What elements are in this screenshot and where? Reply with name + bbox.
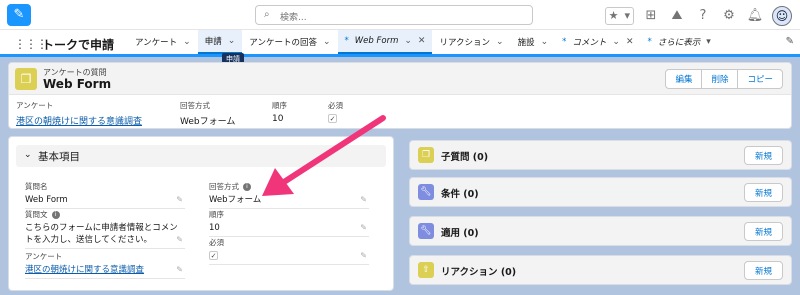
annotation-arrow [262, 115, 386, 196]
